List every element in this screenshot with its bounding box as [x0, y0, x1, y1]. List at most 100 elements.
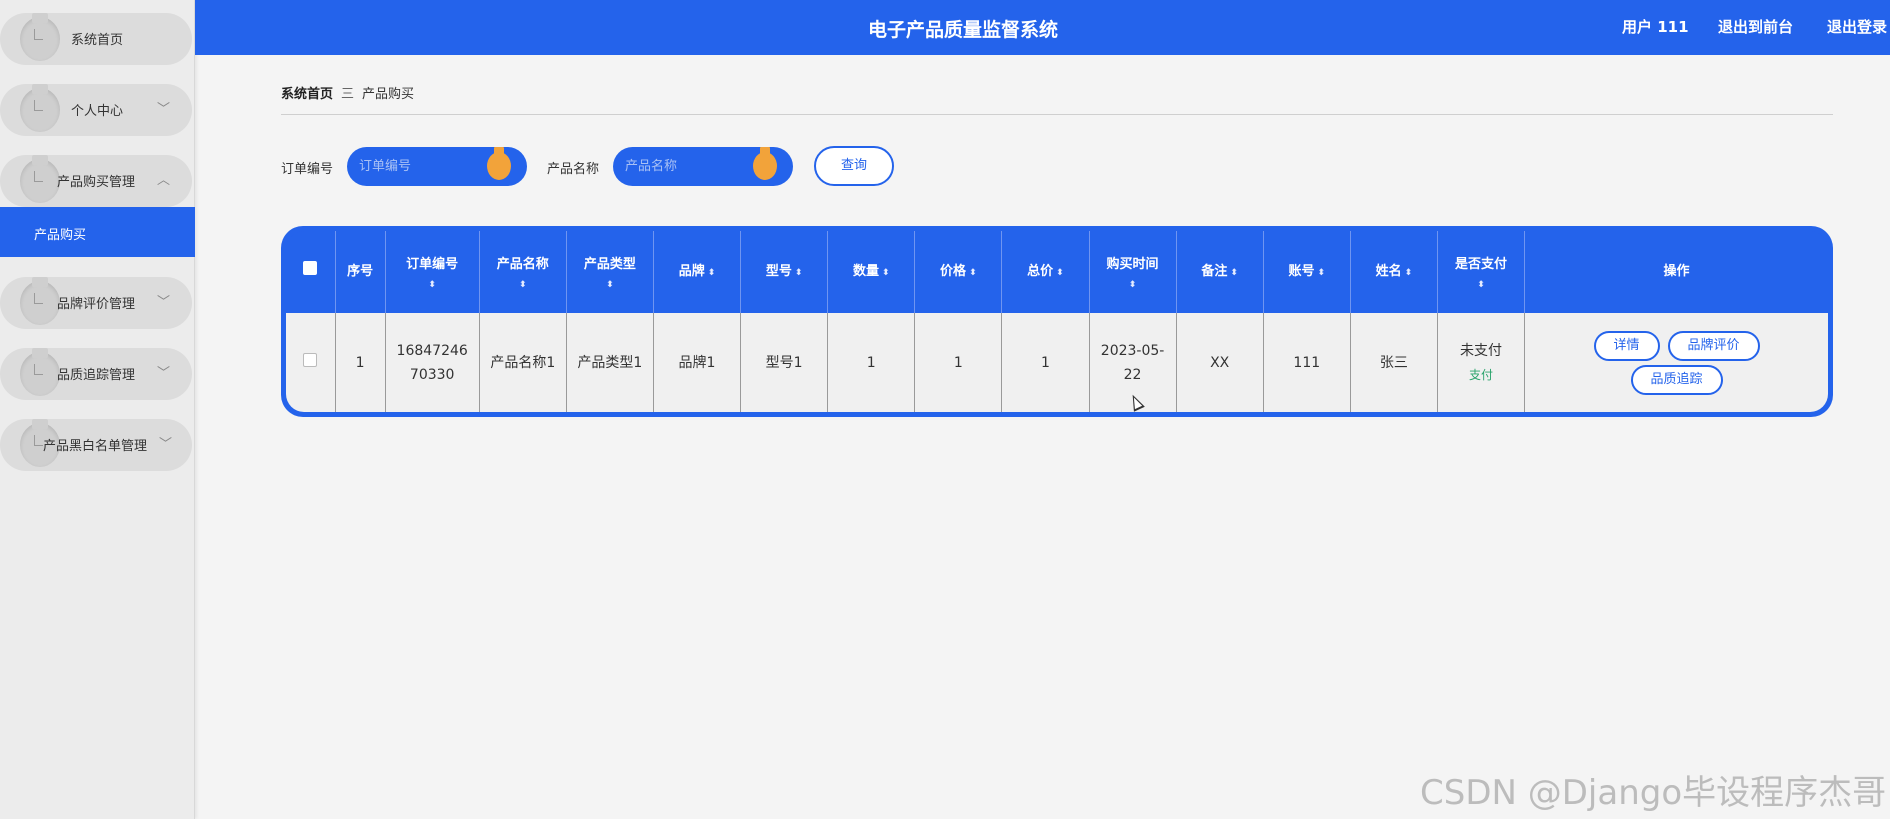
col-header-brand[interactable]: 品牌 ⬍ [653, 231, 742, 313]
col-header-label: 数量 [852, 263, 879, 279]
row-checkbox[interactable] [303, 352, 318, 367]
col-header-label: 价格 [940, 263, 967, 279]
chevron-down-icon: ﹀ [156, 102, 170, 117]
col-header-label: 备注 [1201, 263, 1228, 279]
sort-icon[interactable]: ⬍ [969, 268, 977, 278]
sidebar-knob-icon [20, 84, 60, 132]
col-header-order-no[interactable]: 订单编号 ⬍ [385, 231, 480, 313]
cell-model: 型号1 [740, 313, 829, 412]
col-header-label: 产品类型 [583, 257, 636, 272]
cell-brand: 品牌1 [653, 313, 742, 412]
chevron-up-icon: ︿ [156, 173, 170, 188]
brand-review-button[interactable]: 品牌评价 [1667, 330, 1760, 361]
col-header-index: 序号 [335, 231, 386, 313]
logout-link[interactable]: 退出登录 [1827, 16, 1887, 37]
sidebar-item-personal-center[interactable]: 个人中心 ﹀ [0, 84, 192, 136]
sort-icon[interactable]: ⬍ [567, 278, 653, 292]
sort-icon[interactable]: ⬍ [1318, 268, 1326, 278]
col-header-label: 账号 [1288, 263, 1315, 279]
col-header-remark[interactable]: 备注 ⬍ [1176, 231, 1264, 313]
sort-icon[interactable]: ⬍ [708, 268, 716, 278]
col-header-model[interactable]: 型号 ⬍ [740, 231, 829, 313]
row-select-cell [286, 313, 336, 412]
watermark: CSDN @Django毕设程序杰哥 [1420, 773, 1887, 813]
col-header-label: 是否支付 [1454, 257, 1507, 272]
product-name-label: 产品名称 [547, 162, 600, 177]
sort-icon[interactable]: ⬍ [1230, 268, 1238, 278]
order-no-input[interactable] [359, 156, 489, 176]
col-header-name[interactable]: 姓名 ⬍ [1350, 231, 1438, 313]
user-label[interactable]: 用户 111 [1622, 16, 1689, 37]
divider [281, 114, 1833, 115]
sidebar-item-label: 个人中心 [71, 104, 124, 119]
cell-product-type: 产品类型1 [566, 313, 654, 412]
sidebar-item-brand-review[interactable]: 品牌评价管理 ﹀ [0, 277, 192, 329]
col-header-label: 型号 [765, 263, 792, 279]
sort-icon[interactable]: ⬍ [1438, 278, 1524, 292]
top-header: 电子产品质量监督系统 用户 111 退出到前台 退出登录 [195, 0, 1890, 55]
select-all-checkbox[interactable] [303, 261, 318, 275]
sidebar-item-label: 产品购买管理 [57, 175, 136, 190]
chevron-down-icon: ﹀ [156, 295, 170, 310]
sort-icon[interactable]: ⬍ [1405, 268, 1413, 278]
col-header-label: 品牌 [678, 263, 705, 279]
cell-price: 1 [914, 313, 1003, 412]
data-table: 序号 订单编号 ⬍ 产品名称 ⬍ 产品类型 ⬍ 品牌 ⬍ 型号 ⬍ 数量 ⬍ 价格 ⬍ 总价 ⬍… [281, 226, 1833, 417]
details-button[interactable]: 详情 [1593, 330, 1660, 361]
sidebar-knob-icon [20, 348, 60, 396]
sidebar-item-label: 产品黑白名单管理 [43, 439, 148, 454]
col-header-price[interactable]: 价格 ⬍ [914, 231, 1003, 313]
breadcrumb-current: 产品购买 [362, 87, 415, 102]
col-header-purchase-time[interactable]: 购买时间 ⬍ [1089, 231, 1177, 313]
exit-to-front-link[interactable]: 退出到前台 [1718, 16, 1793, 37]
product-name-input[interactable] [625, 156, 755, 176]
sidebar-item-home[interactable]: 系统首页 [0, 13, 192, 65]
col-header-total[interactable]: 总价 ⬍ [1001, 231, 1090, 313]
sidebar-item-purchase-management[interactable]: 产品购买管理 ︿ [0, 155, 192, 207]
breadcrumb-home[interactable]: 系统首页 [281, 87, 333, 102]
sidebar-subitem-product-purchase[interactable]: 产品购买 [0, 207, 195, 257]
page-title: 电子产品质量监督系统 [867, 19, 1058, 41]
select-all-cell [286, 231, 336, 313]
pay-link[interactable]: 支付 [1438, 363, 1524, 387]
cell-account: 111 [1263, 313, 1351, 412]
sort-icon[interactable]: ⬍ [795, 268, 803, 278]
col-header-paid[interactable]: 是否支付 ⬍ [1437, 231, 1526, 313]
sort-icon[interactable]: ⬍ [1056, 268, 1064, 278]
cell-index: 1 [335, 313, 386, 412]
col-header-label: 购买时间 [1106, 257, 1159, 272]
chevron-down-icon: ﹀ [156, 366, 170, 381]
sidebar-item-blackwhite-list[interactable]: 产品黑白名单管理 ﹀ [0, 419, 192, 471]
quality-tracking-button[interactable]: 品质追踪 [1630, 364, 1723, 395]
col-header-account[interactable]: 账号 ⬍ [1263, 231, 1351, 313]
col-header-product-type[interactable]: 产品类型 ⬍ [566, 231, 654, 313]
bulb-icon [753, 147, 777, 180]
cell-total: 1 [1001, 313, 1090, 412]
col-header-quantity[interactable]: 数量 ⬍ [827, 231, 916, 313]
col-header-actions: 操作 [1524, 231, 1828, 313]
cell-quantity: 1 [827, 313, 916, 412]
cell-name: 张三 [1350, 313, 1438, 412]
sidebar-item-quality-tracking[interactable]: 品质追踪管理 ﹀ [0, 348, 192, 400]
sort-icon[interactable]: ⬍ [386, 278, 479, 292]
cell-order-no-line1: 16847246 [396, 342, 468, 359]
query-button[interactable]: 查询 [814, 146, 894, 186]
sidebar: 系统首页 个人中心 ﹀ 产品购买管理 ︿ 产品购买 品牌评价管理 ﹀ 品质追踪管… [0, 0, 195, 819]
cell-remark: XX [1176, 313, 1264, 412]
col-header-label: 订单编号 [406, 257, 459, 272]
product-name-search[interactable] [613, 147, 793, 186]
breadcrumb-separator-icon: 三 [341, 87, 355, 102]
cell-purchase-time-line2: 22 [1123, 366, 1142, 383]
sort-icon[interactable]: ⬍ [480, 278, 566, 292]
table-header-row: 序号 订单编号 ⬍ 产品名称 ⬍ 产品类型 ⬍ 品牌 ⬍ 型号 ⬍ 数量 ⬍ 价格 ⬍ 总价 ⬍… [286, 231, 1828, 313]
sort-icon[interactable]: ⬍ [1090, 278, 1176, 292]
col-header-product-name[interactable]: 产品名称 ⬍ [479, 231, 567, 313]
col-header-label: 总价 [1027, 263, 1054, 279]
sidebar-subitem-label: 产品购买 [34, 228, 87, 243]
cell-product-name: 产品名称1 [479, 313, 567, 412]
col-header-label: 姓名 [1375, 263, 1402, 279]
order-no-search[interactable] [347, 147, 527, 186]
chevron-down-icon: ﹀ [158, 437, 172, 452]
sort-icon[interactable]: ⬍ [882, 268, 890, 278]
sidebar-item-label: 品质追踪管理 [57, 368, 136, 383]
